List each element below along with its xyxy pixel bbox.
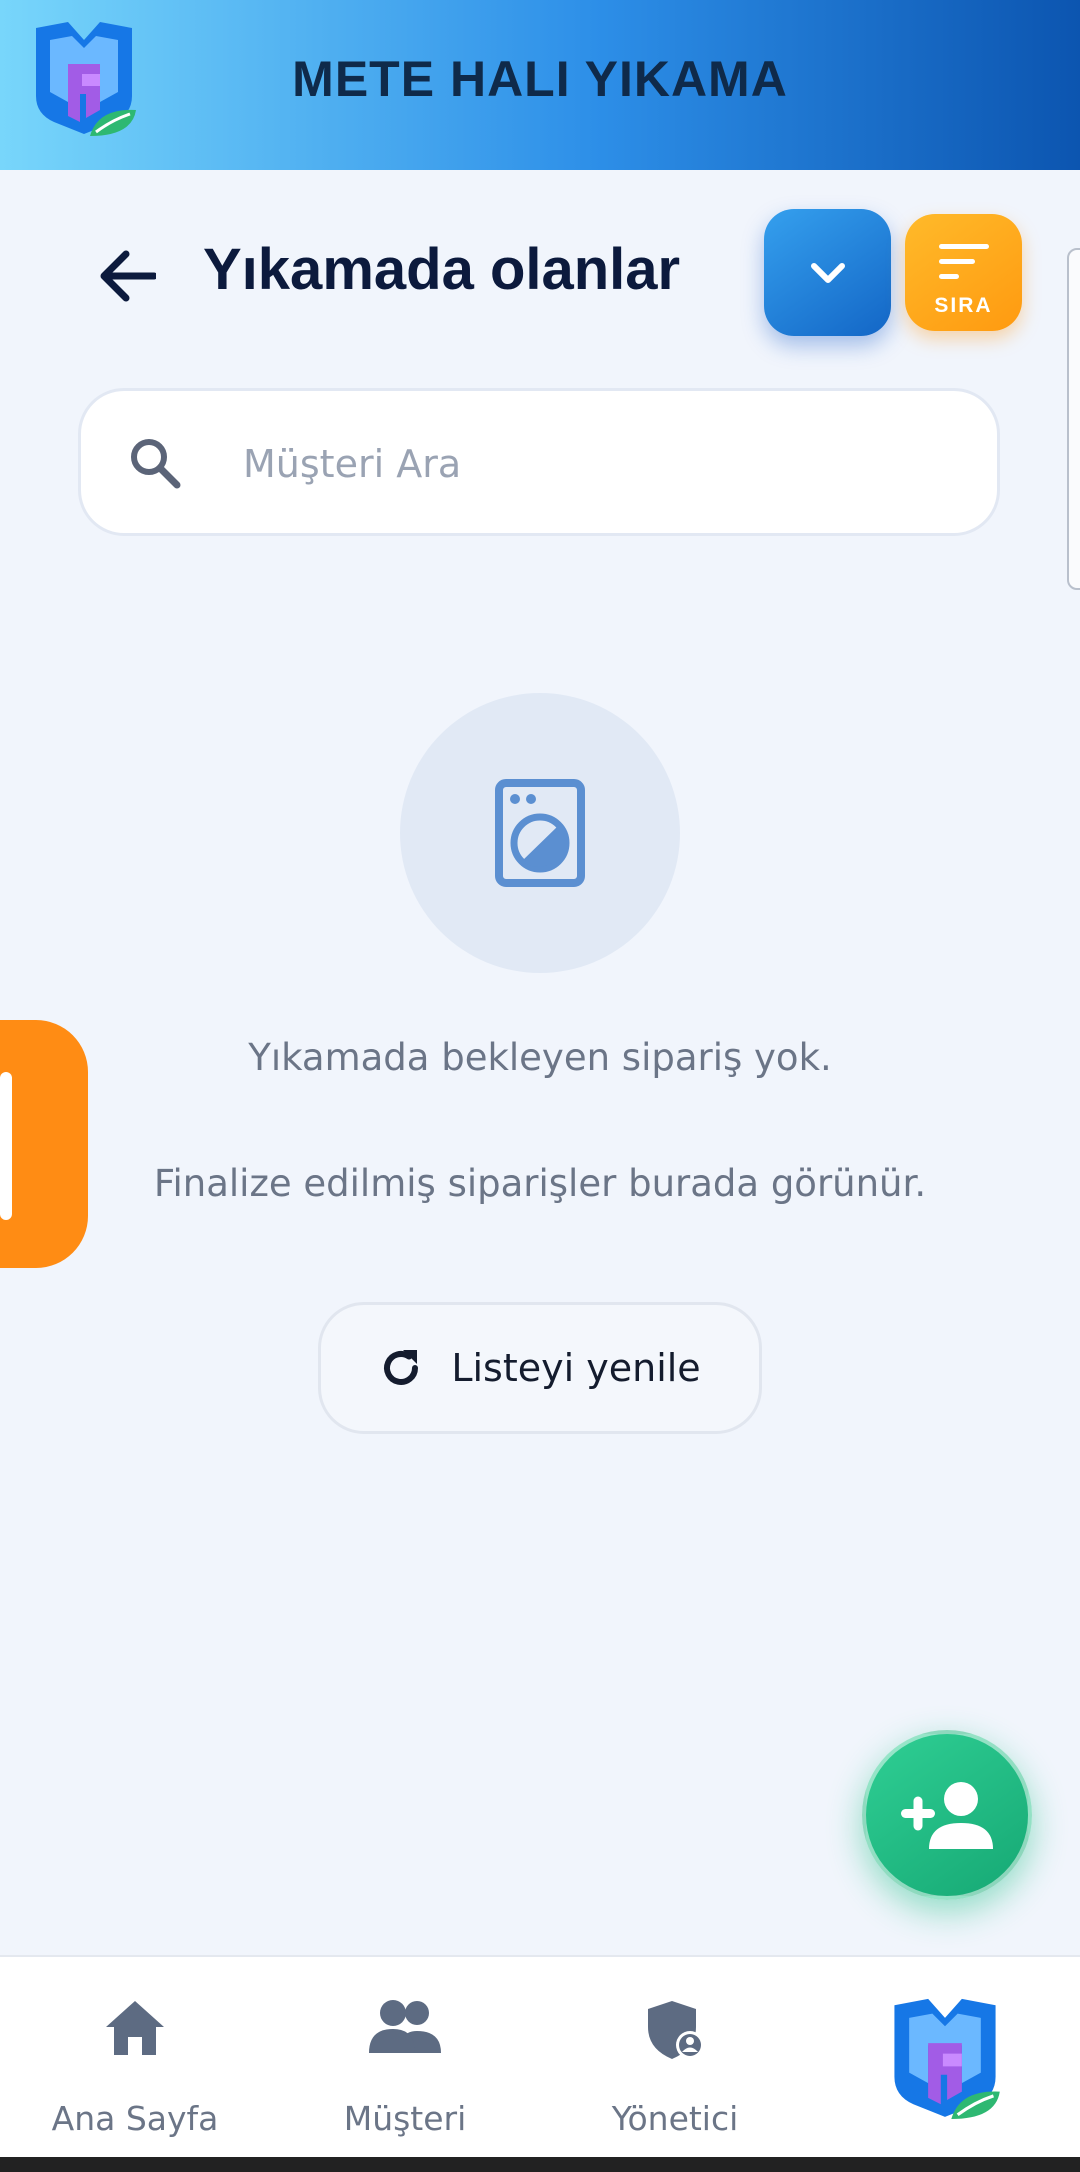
nav-item-customers[interactable]: Müşteri: [270, 1957, 540, 2159]
dropdown-button[interactable]: [764, 209, 891, 336]
nav-item-home[interactable]: Ana Sayfa: [0, 1957, 270, 2159]
bottom-nav: Ana Sayfa Müşteri Yönetici: [0, 1955, 1080, 2159]
empty-state-illustration: [400, 693, 680, 973]
users-icon: [369, 2000, 441, 2053]
search-icon: [131, 439, 181, 489]
nav-item-label: Müşteri: [343, 2099, 467, 2138]
refresh-icon: [384, 1350, 419, 1385]
scrollbar[interactable]: [1067, 248, 1080, 590]
app-title: METE HALI YIKAMA: [292, 51, 788, 107]
person-add-icon: [901, 1782, 993, 1849]
drag-handle-bar: [0, 1072, 12, 1220]
sort-lines-icon: [939, 244, 989, 279]
app-header: METE HALI YIKAMA: [0, 0, 1080, 170]
sort-button-label: SIRA: [934, 294, 993, 317]
home-icon: [106, 2001, 164, 2055]
empty-state-title: Yıkamada bekleyen sipariş yok.: [248, 1036, 832, 1079]
back-button[interactable]: [92, 240, 164, 312]
system-nav-bar: [0, 2157, 1080, 2172]
refresh-list-button[interactable]: Listeyi yenile: [318, 1302, 762, 1434]
refresh-list-label: Listeyi yenile: [451, 1346, 701, 1390]
add-customer-button[interactable]: [862, 1730, 1032, 1900]
search-box[interactable]: [78, 388, 1000, 536]
washing-machine-icon: [495, 779, 585, 887]
sort-button[interactable]: SIRA: [905, 214, 1022, 331]
empty-state-subtitle: Finalize edilmiş siparişler burada görün…: [153, 1162, 927, 1205]
nav-item-label: Yönetici: [611, 2099, 739, 2138]
side-drawer-handle[interactable]: [0, 1020, 88, 1268]
nav-item-admin[interactable]: Yönetici: [540, 1957, 810, 2159]
chevron-down-icon: [810, 262, 845, 283]
search-input[interactable]: [241, 431, 945, 497]
page-title: Yıkamada olanlar: [203, 237, 681, 302]
app-logo: [894, 1998, 1000, 2119]
admin-shield-icon: [648, 2001, 704, 2059]
nav-item-label: Ana Sayfa: [51, 2099, 219, 2138]
arrow-left-icon: [100, 250, 156, 302]
nav-item-brand[interactable]: [810, 1957, 1080, 2159]
